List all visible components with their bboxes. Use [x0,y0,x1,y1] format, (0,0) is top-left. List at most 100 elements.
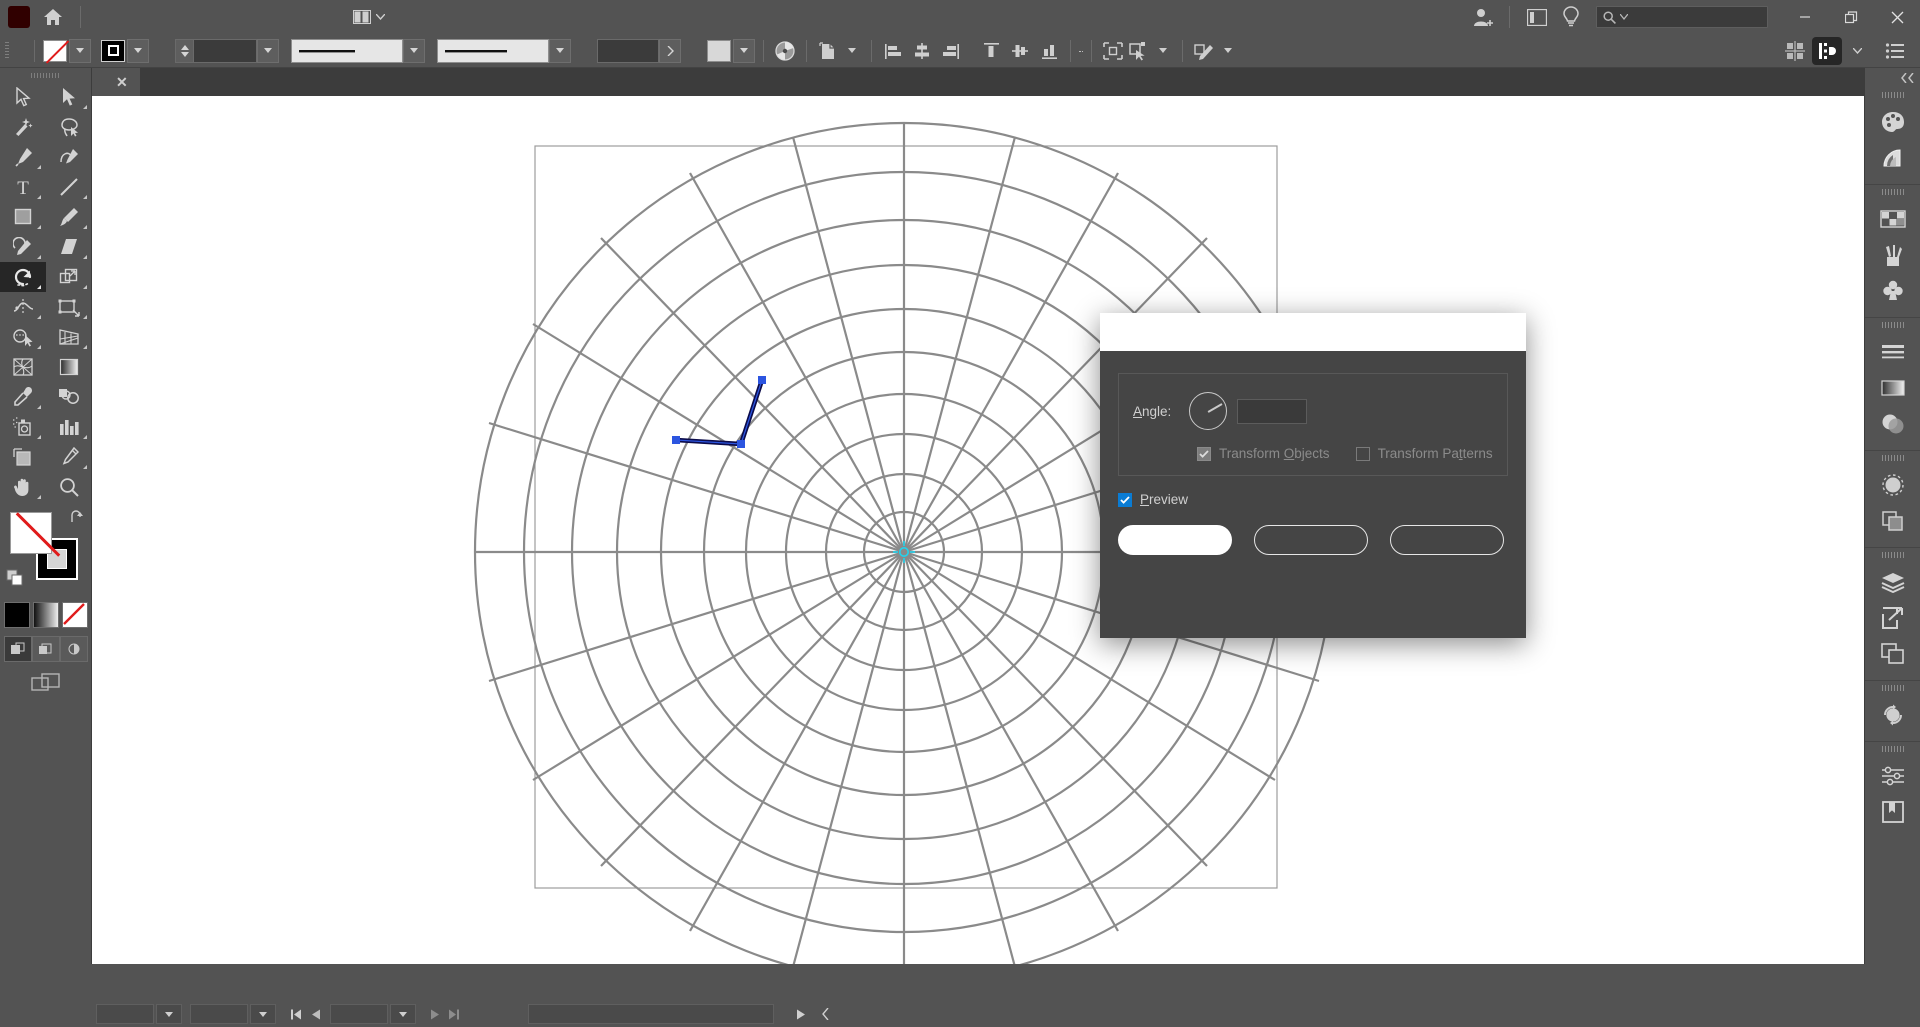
rotate-tool[interactable] [0,262,46,292]
menu-edit[interactable] [117,11,143,23]
control-bar-grip[interactable] [0,34,14,68]
menu-type[interactable] [169,11,195,23]
dock-grip[interactable] [1882,685,1904,691]
gradient-tool[interactable] [46,352,92,382]
brush-definition-select[interactable] [437,39,549,63]
eraser-tool[interactable] [46,232,92,262]
artboards-icon[interactable] [1871,636,1915,672]
ok-button[interactable] [1254,525,1368,555]
color-guide-icon[interactable] [1871,140,1915,176]
stroke-panel-icon[interactable] [1871,334,1915,370]
color-palette-icon[interactable] [1871,104,1915,140]
rotation-caret[interactable] [250,1004,276,1024]
search-input[interactable] [1596,6,1768,28]
angle-input[interactable] [1237,399,1307,424]
selection-tool[interactable] [0,82,46,112]
select-similar-caret[interactable] [1152,39,1174,63]
dock-grip[interactable] [1882,322,1904,328]
transform-panel-link[interactable] [1079,49,1083,52]
angle-dial[interactable] [1189,392,1227,430]
shape-builder-tool[interactable] [0,322,46,352]
transparency-panel-icon[interactable] [1871,406,1915,442]
lasso-tool[interactable] [46,112,92,142]
recolor-artwork-icon[interactable] [772,38,798,64]
play-icon[interactable] [790,1004,810,1024]
swatches-icon[interactable] [1871,201,1915,237]
menu-help[interactable] [299,11,325,23]
line-segment-tool[interactable] [46,172,92,202]
menu-window[interactable] [273,11,299,23]
symbols-icon[interactable] [1871,273,1915,309]
menu-file[interactable] [91,11,117,23]
dock-grip[interactable] [1882,552,1904,558]
align-horizontal-center-icon[interactable] [909,38,935,64]
brush-definition-caret[interactable] [549,39,571,63]
arrange-documents-icon[interactable] [345,6,393,28]
zoom-level-caret[interactable] [156,1004,182,1024]
gradient-panel-icon[interactable] [1871,370,1915,406]
type-tool[interactable]: T [0,172,46,202]
align-vertical-center-icon[interactable] [1007,38,1033,64]
previous-artboard-icon[interactable] [306,1004,326,1024]
copy-button[interactable] [1118,525,1232,555]
stroke-profile-select[interactable] [291,39,403,63]
layers-icon[interactable] [1871,564,1915,600]
dock-grip[interactable] [1882,746,1904,752]
direct-selection-tool[interactable] [46,82,92,112]
transform-objects-checkbox[interactable] [1197,447,1211,461]
swap-fill-stroke-icon[interactable] [69,510,85,527]
transform-patterns-checkbox[interactable] [1356,447,1370,461]
close-tab-icon[interactable]: ✕ [116,74,128,91]
document-tab[interactable]: ✕ [92,68,141,96]
stroke-profile-caret[interactable] [403,39,425,63]
width-tool[interactable] [0,292,46,322]
home-icon[interactable] [36,0,70,34]
restore-button[interactable] [1828,0,1874,34]
paintbrush-tool[interactable] [46,202,92,232]
fill-color-swatch[interactable] [43,40,67,62]
align-right-icon[interactable] [938,38,964,64]
tools-panel-grip[interactable] [0,68,91,82]
eyedropper-tool[interactable] [0,382,46,412]
align-grid-icon[interactable] [1782,38,1808,64]
arrange-objects-caret[interactable] [841,39,863,63]
arrange-objects-icon[interactable] [815,38,841,64]
artboard-tool[interactable] [0,442,46,472]
draw-behind-mode[interactable] [32,636,60,662]
align-top-icon[interactable] [978,38,1004,64]
appearance-icon[interactable] [1871,467,1915,503]
brushes-icon[interactable] [1871,237,1915,273]
pen-tool[interactable] [0,142,46,172]
edit-toolbar-icon[interactable] [1191,38,1217,64]
color-mode-black[interactable] [4,602,30,628]
status-text[interactable] [528,1004,774,1024]
change-screen-mode-icon[interactable] [0,672,91,694]
first-artboard-icon[interactable] [286,1004,306,1024]
zoom-tool[interactable] [46,472,92,502]
properties-panel-caret[interactable] [1846,39,1868,63]
magic-wand-tool[interactable] [0,112,46,142]
artboard-canvas[interactable] [92,96,1864,964]
stroke-dropdown-caret[interactable] [127,39,149,63]
draw-normal-mode[interactable] [4,636,32,662]
shaper-tool[interactable] [0,232,46,262]
hand-tool[interactable] [0,472,46,502]
dock-grip[interactable] [1882,92,1904,98]
fill-dropdown-caret[interactable] [69,39,91,63]
opacity-field[interactable] [597,39,659,63]
artboard-number-caret[interactable] [390,1004,416,1024]
align-bottom-icon[interactable] [1036,38,1062,64]
stroke-weight-field[interactable] [193,39,257,63]
menu-effect[interactable] [221,11,247,23]
preview-checkbox[interactable] [1118,493,1132,507]
curvature-tool[interactable] [46,142,92,172]
chevron-left-icon[interactable] [816,1004,836,1024]
toolbar-fill-swatch[interactable] [10,512,52,554]
edit-toolbar-caret[interactable] [1217,39,1239,63]
dock-grip[interactable] [1882,455,1904,461]
align-left-icon[interactable] [880,38,906,64]
blend-tool[interactable] [46,382,92,412]
mesh-tool[interactable] [0,352,46,382]
minimize-button[interactable] [1782,0,1828,34]
transform-panel-icon[interactable] [1871,697,1915,733]
